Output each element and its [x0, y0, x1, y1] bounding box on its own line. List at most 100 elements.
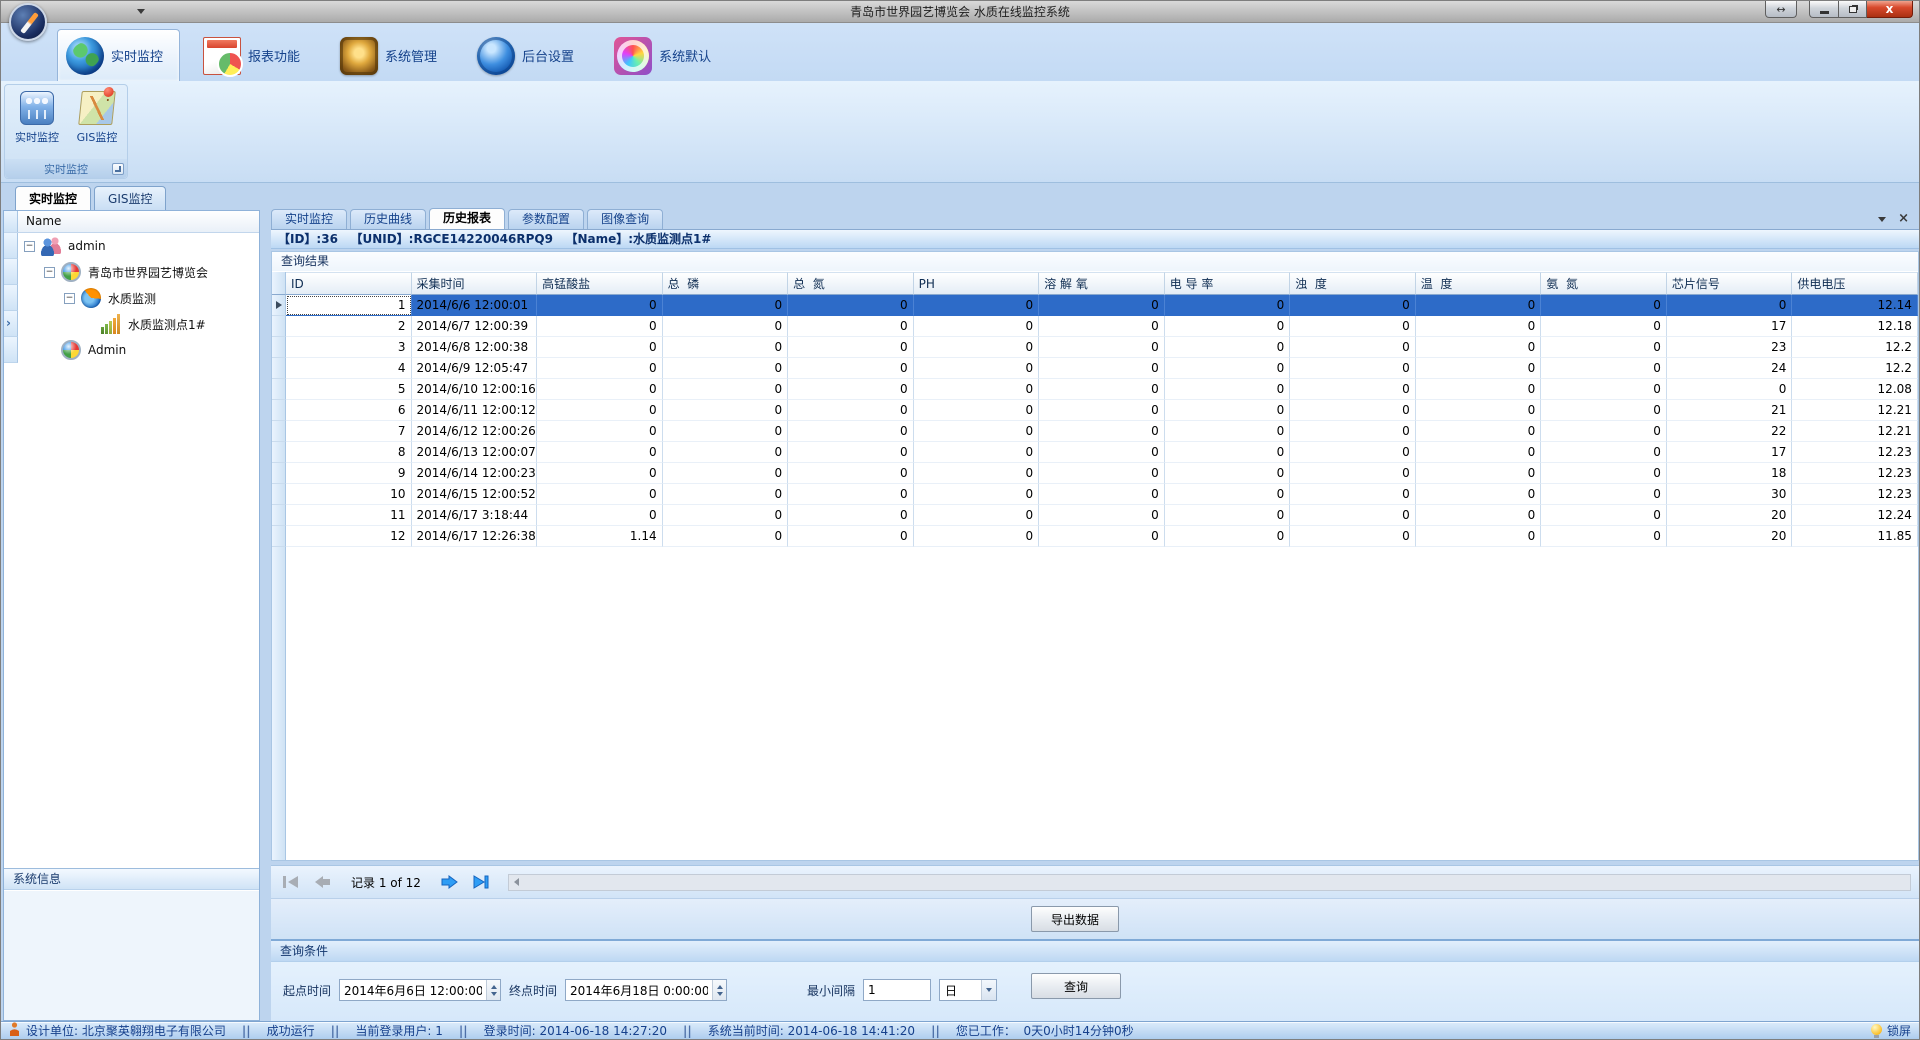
- window-resize-button[interactable]: ↔: [1765, 1, 1797, 18]
- spin-down-icon[interactable]: [717, 992, 723, 996]
- tab-list-dropdown-icon[interactable]: [1878, 217, 1886, 222]
- table-cell: 20: [1667, 526, 1793, 547]
- scroll-left-icon[interactable]: [514, 878, 519, 886]
- spin-up-icon[interactable]: [717, 985, 723, 989]
- column-header[interactable]: 采集时间: [412, 272, 538, 295]
- table-row[interactable]: 12014/6/6 12:00:01000000000012.14: [272, 295, 1918, 316]
- table-row[interactable]: 42014/6/9 12:05:470000000002412.2: [272, 358, 1918, 379]
- close-button[interactable]: x: [1867, 1, 1913, 18]
- document-tab[interactable]: 历史报表: [429, 208, 505, 229]
- pager-prev-button[interactable]: [310, 873, 334, 891]
- ribbon-tab[interactable]: 系统管理: [331, 29, 454, 81]
- lock-screen-button[interactable]: 锁屏: [1887, 1022, 1911, 1039]
- tree-expander-icon[interactable]: −: [64, 293, 75, 304]
- row-indicator-gutter: [272, 358, 286, 379]
- table-row[interactable]: 102014/6/15 12:00:520000000003012.23: [272, 484, 1918, 505]
- table-cell: 12.23: [1792, 442, 1918, 463]
- column-header[interactable]: 浊 度: [1290, 272, 1416, 295]
- column-header[interactable]: 氨 氮: [1541, 272, 1667, 295]
- gutter-cell[interactable]: [4, 233, 18, 259]
- ribbon-tab[interactable]: 实时监控: [57, 29, 180, 81]
- tree-item[interactable]: −水质监测: [18, 285, 259, 311]
- table-row[interactable]: 32014/6/8 12:00:380000000002312.2: [272, 337, 1918, 358]
- pager-first-button[interactable]: [279, 873, 303, 891]
- sidebar-tab[interactable]: 实时监控: [15, 186, 91, 210]
- ribbon-tab[interactable]: 后台设置: [468, 29, 591, 81]
- table-cell: 20: [1667, 505, 1793, 526]
- ribbon-tab[interactable]: 系统默认: [605, 29, 728, 81]
- column-header[interactable]: 温 度: [1416, 272, 1542, 295]
- gauge-panel-icon: [20, 91, 54, 125]
- restore-button[interactable]: [1838, 1, 1867, 18]
- tree-item[interactable]: − admin: [18, 233, 259, 259]
- document-tab[interactable]: 实时监控: [271, 209, 347, 229]
- tree-item[interactable]: Admin: [18, 337, 259, 363]
- system-info-header[interactable]: 系统信息: [4, 868, 259, 890]
- table-row[interactable]: 22014/6/7 12:00:390000000001712.18: [272, 316, 1918, 337]
- column-header[interactable]: PH: [914, 272, 1040, 295]
- pager-last-button[interactable]: [469, 873, 493, 891]
- gold-disc-icon: [340, 37, 378, 75]
- tab-close-icon[interactable]: ×: [1898, 214, 1909, 224]
- tree-item[interactable]: −青岛市世界园艺博览会: [18, 259, 259, 285]
- tree-expander-icon[interactable]: −: [44, 267, 55, 278]
- column-header[interactable]: 供电电压: [1792, 272, 1918, 295]
- gutter-cell[interactable]: [4, 337, 18, 363]
- query-button[interactable]: 查询: [1031, 973, 1121, 999]
- table-cell: 0: [788, 379, 914, 400]
- tree-item-label: admin: [68, 239, 106, 253]
- tree-column-header[interactable]: Name: [18, 211, 259, 232]
- start-time-spinner[interactable]: [486, 980, 500, 1000]
- table-cell: 0: [1416, 442, 1542, 463]
- gutter-cell[interactable]: [4, 259, 18, 285]
- minimize-button[interactable]: [1809, 1, 1838, 18]
- export-data-button[interactable]: 导出数据: [1031, 906, 1119, 932]
- ribbon-tab[interactable]: 报表功能: [194, 29, 317, 81]
- table-row[interactable]: 62014/6/11 12:00:120000000002112.21: [272, 400, 1918, 421]
- table-row[interactable]: 82014/6/13 12:00:070000000001712.23: [272, 442, 1918, 463]
- column-header[interactable]: 溶 解 氧: [1039, 272, 1165, 295]
- interval-unit-combo[interactable]: 日: [939, 979, 997, 1001]
- document-tab[interactable]: 历史曲线: [350, 209, 426, 229]
- ribbon-big-button[interactable]: GIS监控: [71, 89, 123, 157]
- column-header[interactable]: ID: [286, 272, 412, 295]
- spin-down-icon[interactable]: [491, 992, 497, 996]
- quick-access-dropdown-icon[interactable]: [137, 9, 145, 14]
- end-time-input[interactable]: [566, 980, 712, 1000]
- column-header[interactable]: 总 磷: [663, 272, 789, 295]
- horizontal-scrollbar[interactable]: [508, 874, 1911, 891]
- table-cell: 0: [788, 463, 914, 484]
- dialog-launcher-icon[interactable]: [112, 163, 124, 175]
- table-row[interactable]: 112014/6/17 3:18:440000000002012.24: [272, 505, 1918, 526]
- table-row[interactable]: 92014/6/14 12:00:230000000001812.23: [272, 463, 1918, 484]
- pager-next-button[interactable]: [438, 873, 462, 891]
- minimize-icon: [1820, 11, 1829, 14]
- sidebar-tab[interactable]: GIS监控: [94, 186, 166, 210]
- application-window: 青岛市世界园艺博览会 水质在线监控系统 ↔ x 实时监控报表功能系统管理后台设置…: [0, 0, 1920, 1040]
- min-interval-input[interactable]: [864, 980, 930, 1000]
- ribbon-big-button[interactable]: 实时监控: [11, 89, 63, 157]
- tree-expander-icon[interactable]: −: [24, 241, 35, 252]
- app-logo-icon[interactable]: [9, 3, 47, 41]
- document-tab[interactable]: 参数配置: [508, 209, 584, 229]
- end-time-spinner[interactable]: [712, 980, 726, 1000]
- table-cell: 0: [537, 400, 663, 421]
- table-cell: 0: [788, 358, 914, 379]
- column-header[interactable]: 高锰酸盐: [537, 272, 663, 295]
- document-tab[interactable]: 图像查询: [587, 209, 663, 229]
- table-row[interactable]: 72014/6/12 12:00:260000000002212.21: [272, 421, 1918, 442]
- tree-item[interactable]: 水质监测点1#: [18, 311, 259, 337]
- table-cell: 0: [914, 463, 1040, 484]
- column-header[interactable]: 电 导 率: [1165, 272, 1291, 295]
- gutter-cell[interactable]: ›: [4, 311, 18, 337]
- table-row[interactable]: 52014/6/10 12:00:16000000000012.08: [272, 379, 1918, 400]
- table-cell: 0: [914, 379, 1040, 400]
- table-row[interactable]: 122014/6/17 12:26:381.14000000002011.85: [272, 526, 1918, 547]
- table-cell: 0: [1165, 442, 1291, 463]
- column-header[interactable]: 总 氮: [788, 272, 914, 295]
- combo-dropdown-button[interactable]: [981, 980, 996, 1000]
- spin-up-icon[interactable]: [491, 985, 497, 989]
- column-header[interactable]: 芯片信号: [1667, 272, 1793, 295]
- gutter-cell[interactable]: [4, 285, 18, 311]
- start-time-input[interactable]: [340, 980, 486, 1000]
